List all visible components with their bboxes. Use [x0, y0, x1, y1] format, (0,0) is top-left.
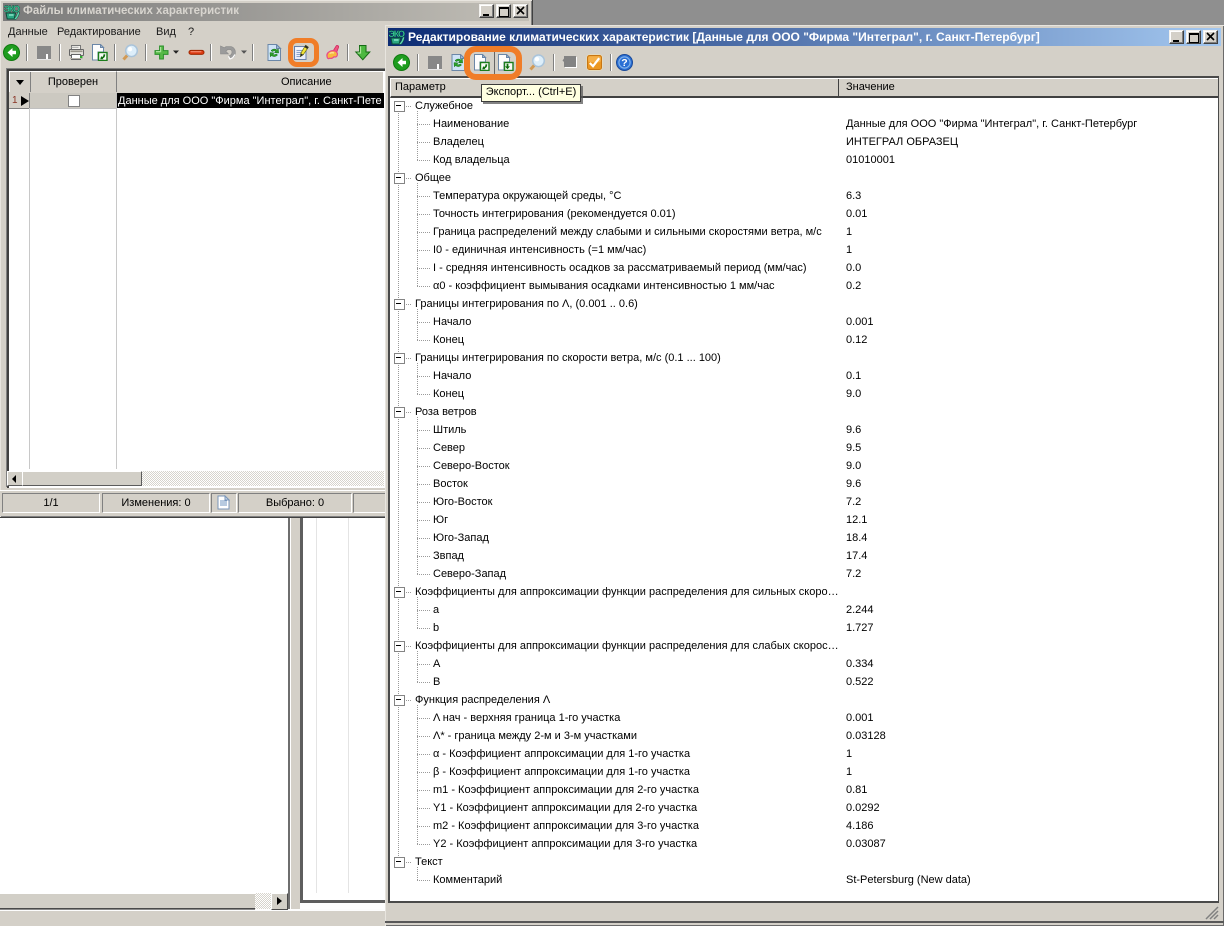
svg-text:?: ?	[621, 57, 627, 69]
